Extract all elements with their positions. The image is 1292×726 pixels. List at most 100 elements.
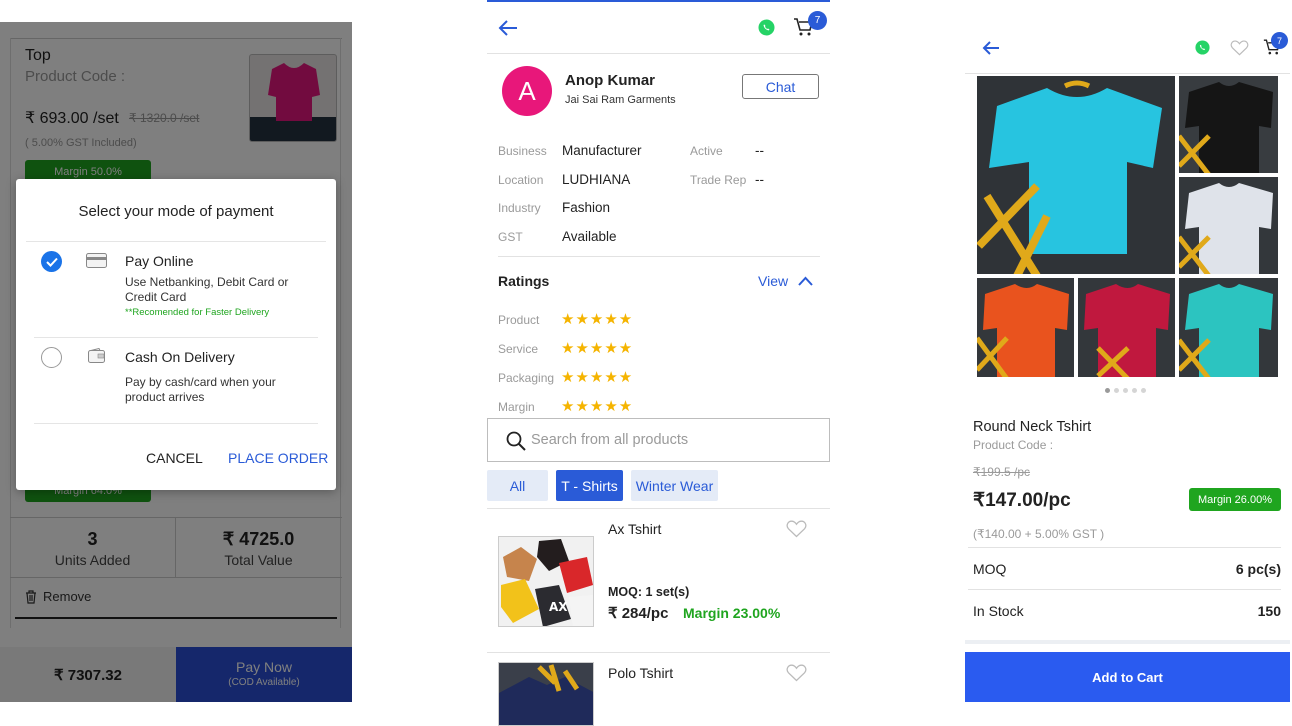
gst-note: (₹140.00 + 5.00% GST ) [973, 527, 1105, 541]
filter-chip-all[interactable]: All [487, 470, 548, 501]
back-arrow-icon[interactable] [498, 19, 518, 37]
pay-online-radio[interactable] [41, 251, 62, 272]
view-label: View [758, 273, 789, 289]
info-label: Location [498, 173, 544, 187]
cancel-button[interactable]: CANCEL [146, 450, 203, 466]
place-order-button[interactable]: PLACE ORDER [228, 450, 328, 466]
ratings-title: Ratings [498, 273, 550, 289]
pay-online-title: Pay Online [125, 253, 194, 269]
wallet-icon [88, 348, 105, 363]
rating-label: Margin [498, 400, 535, 414]
rating-stars: ★★★★★ [561, 398, 634, 415]
gallery-tile [1178, 75, 1279, 174]
product-image-gallery[interactable] [976, 75, 1279, 378]
whatsapp-icon[interactable] [1195, 40, 1210, 55]
orange-tshirt-image [977, 278, 1074, 377]
stock-value: 150 [1257, 603, 1281, 619]
pay-online-note: **Recomended for Faster Delivery [125, 307, 270, 318]
info-value: -- [755, 172, 764, 187]
stock-label: In Stock [973, 603, 1024, 619]
info-value: Manufacturer [562, 143, 642, 158]
check-icon [45, 257, 58, 267]
rating-stars: ★★★★★ [561, 311, 634, 328]
polo-tshirt-image [499, 663, 593, 725]
chat-button[interactable]: Chat [742, 74, 819, 99]
carousel-dot-active[interactable] [1105, 388, 1110, 393]
top-bar [487, 0, 830, 2]
info-label: GST [498, 230, 523, 244]
cyan-tshirt-image [977, 76, 1175, 274]
back-arrow-icon[interactable] [982, 40, 1000, 56]
heart-icon[interactable] [1230, 40, 1249, 56]
filter-chip-tshirts[interactable]: T - Shirts [556, 470, 623, 501]
product-name: Ax Tshirt [608, 521, 662, 537]
carousel-dots[interactable] [1105, 388, 1146, 393]
black-tshirt-image [1179, 76, 1278, 173]
white-tshirt-image [1179, 177, 1278, 274]
heart-icon[interactable] [786, 664, 807, 682]
cod-title: Cash On Delivery [125, 349, 235, 365]
divider [487, 508, 830, 509]
moq-value: 6 pc(s) [1235, 561, 1281, 577]
product-image[interactable]: AX [498, 536, 594, 627]
cart-payment-screen: Top Product Code : ₹ 693.00 /set ₹ 1320.… [0, 22, 352, 702]
info-value: Available [562, 229, 617, 244]
seller-company: Jai Sai Ram Garments [565, 94, 676, 106]
seller-profile-screen: 7 A Anop Kumar Jai Sai Ram Garments Chat… [487, 0, 830, 726]
heart-icon[interactable] [786, 520, 807, 538]
cart-count-badge: 7 [808, 11, 827, 30]
info-label: Active [690, 144, 723, 158]
divider [965, 640, 1290, 644]
product-code-label: Product Code : [973, 438, 1054, 452]
cod-radio[interactable] [41, 347, 62, 368]
whatsapp-icon[interactable] [758, 19, 775, 36]
carousel-dot[interactable] [1123, 388, 1128, 393]
old-price: ₹199.5 /pc [973, 465, 1031, 479]
divider [34, 423, 318, 424]
payment-mode-dialog: Select your mode of payment Pay Online U… [16, 179, 336, 490]
view-ratings-toggle[interactable]: View [758, 273, 813, 289]
cart-count-badge: 7 [1271, 32, 1288, 49]
product-image[interactable] [498, 662, 594, 726]
carousel-dot[interactable] [1141, 388, 1146, 393]
rating-label: Product [498, 313, 540, 327]
info-label: Business [498, 144, 547, 158]
divider [498, 256, 820, 257]
carousel-dot[interactable] [1114, 388, 1119, 393]
rating-label: Packaging [498, 371, 555, 385]
gallery-tile [976, 277, 1075, 378]
margin-badge: Margin 26.00% [1189, 488, 1281, 511]
search-box[interactable]: Search from all products [487, 418, 830, 462]
pay-online-desc: Use Netbanking, Debit Card or Credit Car… [125, 275, 289, 304]
add-to-cart-button[interactable]: Add to Cart [965, 652, 1290, 702]
divider [968, 547, 1281, 548]
seller-avatar: A [502, 66, 552, 116]
info-value: -- [755, 143, 764, 158]
carousel-dot[interactable] [1132, 388, 1137, 393]
divider [34, 337, 318, 338]
info-value: LUDHIANA [562, 172, 631, 187]
teal-tshirt-image [1179, 278, 1278, 377]
product-detail-screen: 7 Round Neck Tshirt Product Code: ₹199.… [965, 22, 1290, 702]
product-margin: Margin 23.00% [683, 605, 781, 621]
divider [26, 241, 326, 242]
maroon-tshirt-image [1078, 278, 1175, 377]
seller-name: Anop Kumar [565, 72, 655, 89]
product-name: Polo Tshirt [608, 665, 674, 681]
chevron-up-icon [798, 276, 813, 286]
info-label: Trade Rep [690, 173, 747, 187]
card-icon [86, 253, 107, 268]
search-input[interactable]: Search from all products [531, 432, 688, 448]
svg-text:AX: AX [549, 600, 568, 614]
product-price: ₹ 284/pc [608, 605, 669, 622]
rating-stars: ★★★★★ [561, 369, 634, 386]
divider [487, 652, 830, 653]
product-moq: MOQ: 1 set(s) [608, 585, 690, 599]
dialog-title: Select your mode of payment [78, 203, 274, 220]
divider [965, 73, 1290, 74]
divider [968, 589, 1281, 590]
rating-label: Service [498, 342, 539, 356]
gallery-tile [1178, 176, 1279, 275]
filter-chip-winter-wear[interactable]: Winter Wear [631, 470, 718, 501]
gallery-tile [976, 75, 1176, 275]
